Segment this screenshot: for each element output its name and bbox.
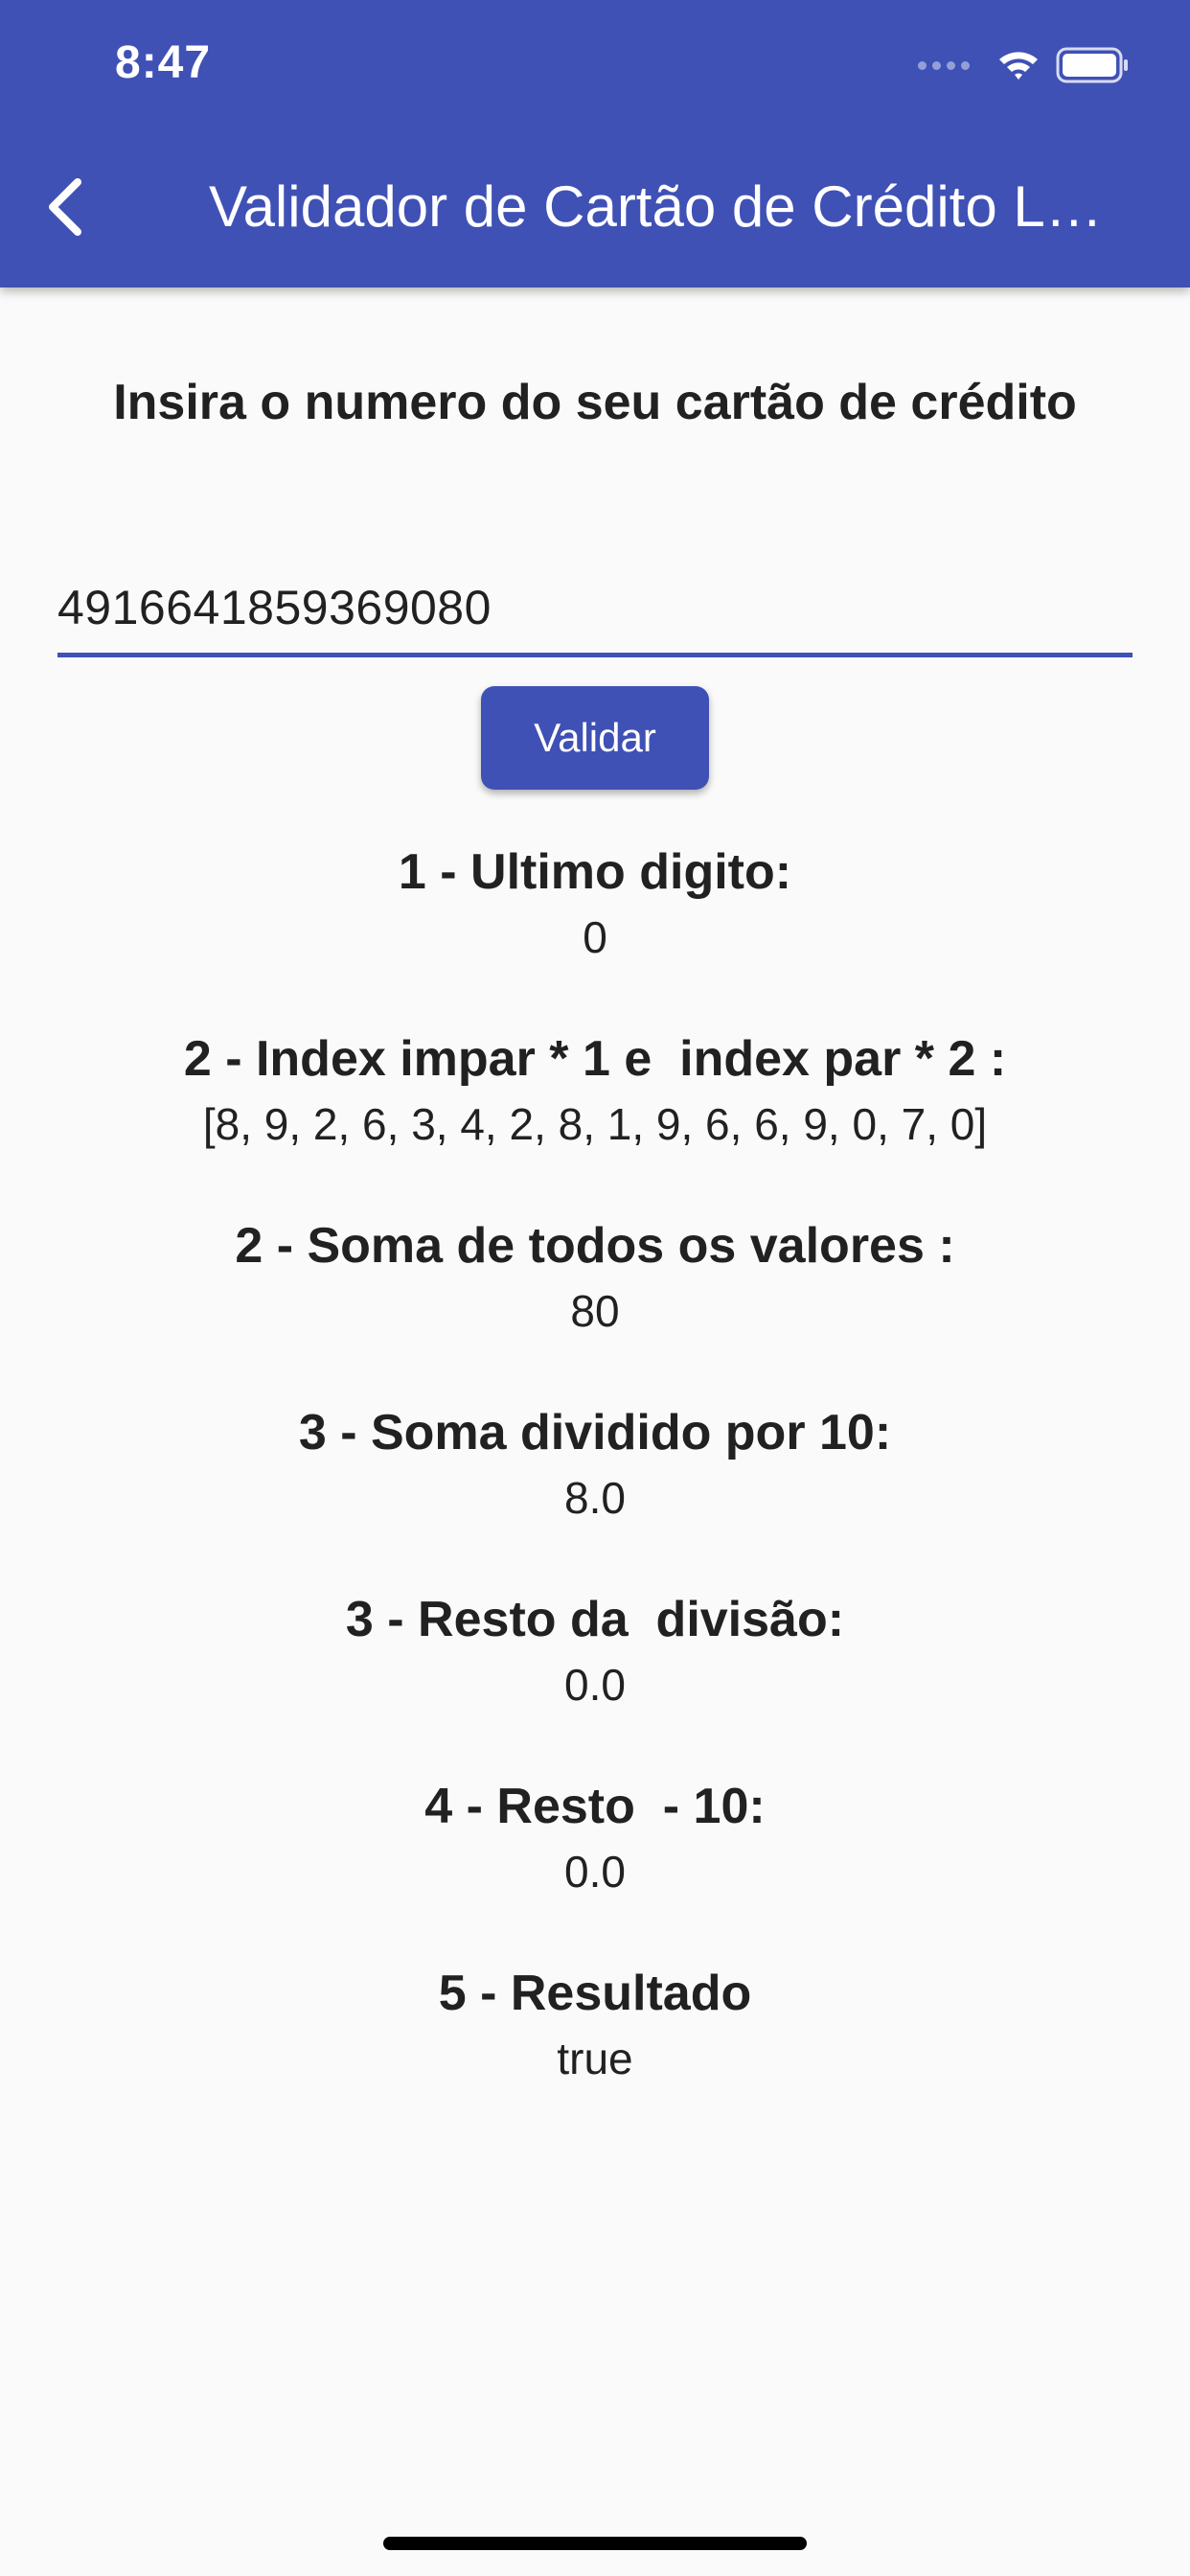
result-value: [8, 9, 2, 6, 3, 4, 2, 8, 1, 9, 6, 6, 9, …: [202, 1099, 988, 1149]
input-prompt: Insira o numero do seu cartão de crédito: [113, 375, 1077, 430]
result-last-digit: 1 - Ultimo digito: 0: [0, 840, 1190, 1026]
result-value: 0.0: [564, 1660, 626, 1710]
result-final: 5 - Resultado true: [0, 1961, 1190, 2148]
wifi-icon: [999, 52, 1038, 80]
back-button[interactable]: [31, 169, 98, 245]
result-label: 5 - Resultado: [438, 1966, 752, 2021]
app-bar: 8:47 Validador de Cartão de Crédito Luhn: [0, 0, 1190, 288]
page-title: Validador de Cartão de Crédito Luhn: [209, 174, 1129, 239]
result-label: 2 - Soma de todos os valores :: [235, 1218, 955, 1274]
result-weighted-digits: 2 - Index impar * 1 e index par * 2 : [8…: [0, 1026, 1190, 1213]
result-label: 4 - Resto - 10:: [424, 1779, 766, 1834]
home-indicator[interactable]: [383, 2537, 807, 2550]
result-value: 0: [583, 912, 607, 962]
chevron-left-icon: [49, 178, 81, 236]
result-label: 2 - Index impar * 1 e index par * 2 :: [183, 1031, 1007, 1087]
result-label: 1 - Ultimo digito:: [398, 844, 792, 900]
status-icons: [918, 42, 1131, 88]
result-value: 80: [570, 1286, 620, 1336]
result-label: 3 - Resto da divisão:: [345, 1592, 845, 1647]
result-remainder-minus-ten: 4 - Resto - 10: 0.0: [0, 1774, 1190, 1961]
result-value: true: [557, 2034, 633, 2083]
card-number-input[interactable]: [57, 562, 1133, 657]
result-sum-divided: 3 - Soma dividido por 10: 8.0: [0, 1400, 1190, 1587]
results-list: 1 - Ultimo digito: 0 2 - Index impar * 1…: [0, 840, 1190, 2148]
result-sum: 2 - Soma de todos os valores : 80: [0, 1213, 1190, 1400]
result-value: 8.0: [564, 1473, 626, 1523]
battery-icon: [1056, 47, 1128, 83]
status-time: 8:47: [115, 37, 212, 88]
result-value: 0.0: [564, 1847, 626, 1897]
result-remainder: 3 - Resto da divisão: 0.0: [0, 1587, 1190, 1774]
validate-button[interactable]: Validar: [481, 686, 709, 790]
result-label: 3 - Soma dividido por 10:: [298, 1405, 892, 1460]
signal-icon: [918, 60, 970, 70]
